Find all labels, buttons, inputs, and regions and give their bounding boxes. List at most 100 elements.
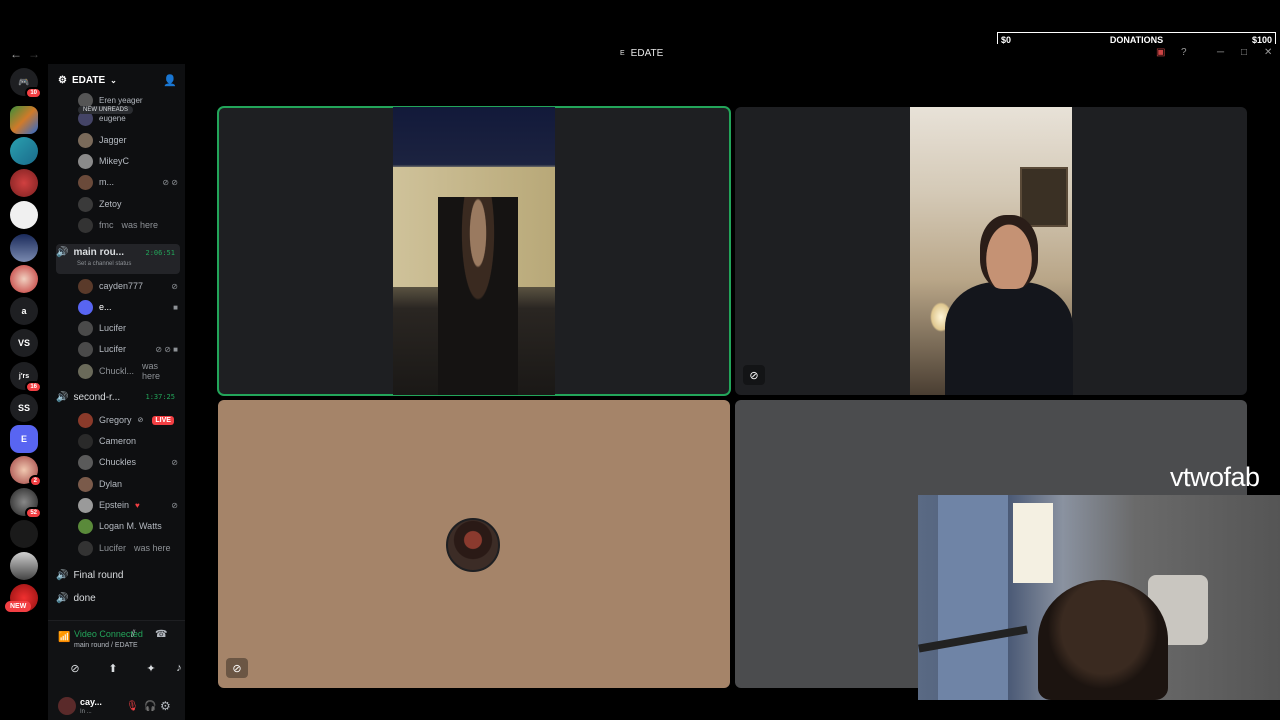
voice-user-left[interactable]: Lucifer was here: [78, 539, 178, 557]
server-vs-label: VS: [17, 338, 30, 348]
voice-user[interactable]: m... ⊘ ⊘: [78, 173, 178, 191]
server-a-label: a: [21, 306, 27, 316]
voice-user[interactable]: Zetoy: [78, 195, 178, 213]
server-a[interactable]: a: [10, 297, 38, 325]
webcam-light: [1013, 503, 1053, 583]
app-root: $0 DONATIONS $100 ← → E EDATE ▣ ? ─ □ ✕ …: [0, 0, 1280, 720]
server-icon-1[interactable]: [10, 106, 38, 134]
muted-deafened-icon: ⊘ ⊘: [162, 177, 178, 187]
voice-user[interactable]: cayden777 ⊘: [78, 277, 178, 295]
user-name: Dylan: [99, 479, 123, 489]
user-name: eugene: [99, 113, 126, 123]
server-name: EDATE: [71, 74, 106, 86]
live-badge[interactable]: LIVE: [152, 415, 174, 425]
maximize-icon[interactable]: □: [1241, 47, 1247, 58]
forward-arrow-icon[interactable]: →: [28, 47, 40, 61]
voice-location[interactable]: main round / EDATE: [74, 642, 138, 649]
camera-off-button[interactable]: ⊘: [60, 659, 90, 677]
headphones-icon[interactable]: 🎧: [144, 701, 156, 712]
voice-user[interactable]: e... ■: [78, 298, 178, 316]
channel-status[interactable]: Set a channel status: [77, 261, 131, 267]
current-user-name[interactable]: cay...: [80, 697, 102, 707]
voice-user[interactable]: Cameron: [78, 432, 178, 450]
participant-head: [980, 215, 1038, 289]
channel-final-round[interactable]: 🔊 Final round: [56, 566, 180, 584]
noise-suppression-icon[interactable]: ⫽: [131, 629, 135, 640]
camera-icon: ■: [173, 302, 178, 312]
back-arrow-icon[interactable]: ←: [10, 47, 22, 61]
mic-muted-icon[interactable]: 🎙: [126, 701, 139, 712]
avatar: [78, 341, 93, 357]
home-icon[interactable]: 🎮 10: [10, 68, 42, 99]
server-jrs[interactable]: j'rs 16: [10, 362, 42, 393]
voice-user[interactable]: Epstein ♥ ⊘: [78, 496, 178, 514]
voice-user-left[interactable]: fmc was here: [78, 216, 178, 234]
user-name: Lucifer: [99, 543, 127, 553]
avatar: [78, 454, 93, 470]
server-icon-7[interactable]: 2: [10, 456, 42, 487]
avatar: [78, 433, 93, 449]
user-name: Zetoy: [99, 199, 122, 209]
activities-button[interactable]: ✦: [136, 659, 166, 677]
participant-figure: [438, 197, 518, 395]
channel-second-round[interactable]: 🔊 second-r... 1:37:25: [56, 388, 180, 406]
server-ss[interactable]: SS: [10, 394, 38, 422]
server-icon-10[interactable]: [10, 552, 38, 580]
donation-label: DONATIONS: [1109, 34, 1164, 45]
disconnect-icon[interactable]: ☎: [155, 629, 167, 640]
server-icon-6[interactable]: [10, 265, 38, 293]
minimize-icon[interactable]: ─: [1217, 47, 1224, 58]
server-ss-label: SS: [17, 403, 30, 413]
muted-icon: ⊘: [226, 658, 248, 678]
server-icon-5[interactable]: [10, 234, 38, 262]
screen-share-button[interactable]: ⬆: [98, 659, 128, 677]
speaker-icon: 🔊: [56, 391, 69, 403]
video-tile-2[interactable]: ⊘: [735, 107, 1247, 395]
server-8-badge: 52: [25, 507, 42, 519]
invite-user-icon[interactable]: 👤: [163, 74, 177, 87]
channel-done[interactable]: 🔊 done: [56, 589, 180, 607]
server-e[interactable]: E: [10, 425, 38, 453]
user-name: Chuckles: [99, 457, 137, 467]
avatar: [78, 278, 93, 294]
voice-user[interactable]: Chuckles ⊘: [78, 453, 178, 471]
new-servers-pill[interactable]: NEW: [5, 601, 32, 612]
channel-main-round[interactable]: 🔊 main rou... 2:06:51 Set a channel stat…: [56, 244, 180, 274]
server-icon-8[interactable]: 52: [10, 488, 42, 519]
voice-user[interactable]: Dylan: [78, 475, 178, 493]
voice-user[interactable]: Jagger: [78, 131, 178, 149]
avatar: [78, 217, 93, 233]
video-tile-1[interactable]: [217, 106, 731, 396]
new-unreads-pill[interactable]: NEW UNREADS: [78, 106, 134, 114]
voice-user[interactable]: Lucifer ⊘ ⊘ ■: [78, 340, 178, 358]
server-icon-4[interactable]: [10, 201, 38, 229]
voice-connection-panel: 📶 Video Connected main round / EDATE ⫽ ☎…: [48, 620, 185, 720]
user-panel: cay... In ... 🎙 🎧 ⚙: [48, 691, 185, 720]
user-name: Gregory: [99, 415, 132, 425]
voice-user-left[interactable]: Chuckl... was here: [78, 361, 178, 381]
speaker-icon: 🔊: [56, 247, 69, 258]
avatar: [78, 518, 93, 534]
participant-video: [393, 107, 555, 395]
help-icon[interactable]: ?: [1181, 47, 1187, 58]
close-icon[interactable]: ✕: [1264, 47, 1272, 58]
window-title: E EDATE: [620, 48, 663, 59]
soundboard-button[interactable]: ♪: [172, 659, 186, 677]
server-rail: 🎮 10 a VS j'rs 16 SS E 2 52 NEW: [0, 64, 48, 720]
settings-gear-icon[interactable]: ⚙: [160, 699, 171, 713]
server-jrs-badge: 16: [25, 381, 42, 393]
screen-share-icon[interactable]: ▣: [1156, 47, 1165, 58]
title-bar: ← → E EDATE ▣ ? ─ □ ✕: [0, 44, 1280, 64]
server-icon-2[interactable]: [10, 137, 38, 165]
voice-user[interactable]: Lucifer: [78, 319, 178, 337]
channel-sidebar: ⚙ EDATE ⌄ 👤 Eren yeager eugene NEW UNREA…: [48, 64, 185, 720]
server-vs[interactable]: VS: [10, 329, 38, 357]
server-icon-9[interactable]: [10, 520, 38, 548]
user-name: e...: [99, 302, 112, 312]
server-icon-3[interactable]: [10, 169, 38, 197]
server-jrs-label: j'rs: [18, 372, 30, 380]
avatar[interactable]: [58, 697, 76, 715]
avatar: [78, 196, 93, 212]
voice-user[interactable]: MikeyC: [78, 152, 178, 170]
video-tile-3[interactable]: ⊘: [218, 400, 730, 688]
